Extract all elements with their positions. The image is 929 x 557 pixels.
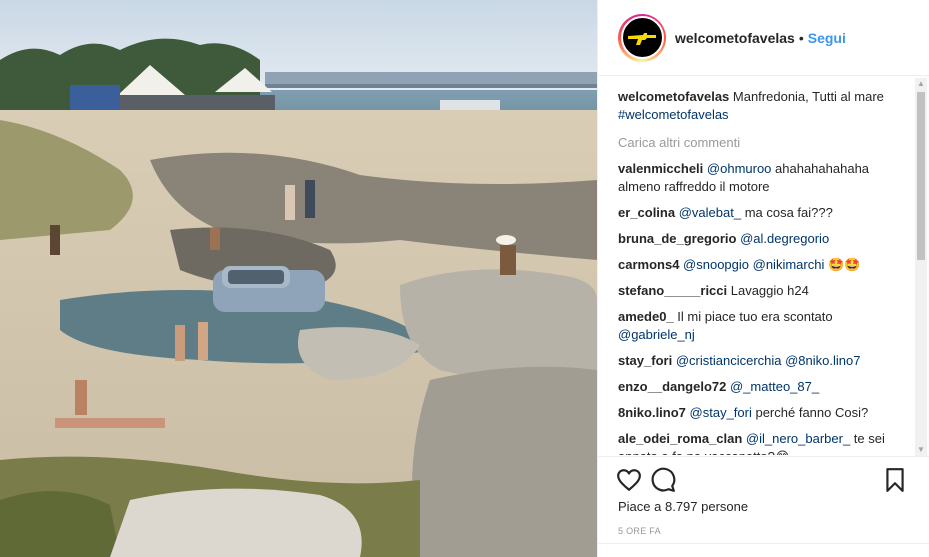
comment-text: Lavaggio h24 (727, 283, 809, 298)
comment-item: stay_fori @cristiancicerchia @8niko.lino… (618, 352, 908, 370)
comment-mention[interactable]: @cristiancicerchia @8niko.lino7 (676, 353, 861, 368)
comment-item: er_colina @valebat_ ma cosa fai??? (618, 204, 908, 222)
caption-text: Manfredonia, Tutti al mare (729, 89, 884, 104)
post-header: welcometofavelas • Segui (598, 0, 929, 76)
comment-text: ma cosa fai??? (741, 205, 833, 220)
comment-item: carmons4 @snoopgio @nikimarchi 🤩🤩 (618, 256, 908, 274)
comment-username[interactable]: carmons4 (618, 257, 679, 272)
comment-username[interactable]: er_colina (618, 205, 675, 220)
follow-button[interactable]: Segui (808, 30, 846, 46)
caption: welcometofavelas Manfredonia, Tutti al m… (618, 88, 908, 124)
divider (598, 543, 929, 544)
comment-item: 8niko.lino7 @stay_fori perché fanno Cosi… (618, 404, 908, 422)
comment-text: perché fanno Cosi? (751, 405, 869, 420)
scroll-up-arrow-icon[interactable]: ▲ (915, 78, 927, 90)
header-text: welcometofavelas • Segui (675, 30, 846, 46)
comment-mention[interactable]: @gabriele_nj (618, 327, 695, 342)
comment-username[interactable]: 8niko.lino7 (618, 405, 686, 420)
comment-username[interactable]: bruna_de_gregorio (618, 231, 736, 246)
post-timestamp[interactable]: 5 ORE FA (618, 526, 661, 536)
likes-count[interactable]: Piace a 8.797 persone (618, 499, 748, 514)
bookmark-icon[interactable] (882, 467, 908, 493)
avatar[interactable] (618, 13, 666, 62)
comment-item: ale_odei_roma_clan @il_nero_barber_ te s… (618, 430, 908, 455)
post-photo[interactable] (0, 0, 597, 557)
separator-dot: • (798, 29, 804, 46)
comment-mention[interactable]: @il_nero_barber_ (746, 431, 850, 446)
rifle-logo-icon (620, 16, 664, 59)
action-bar (598, 456, 929, 500)
scrollbar-thumb[interactable] (917, 92, 925, 260)
instagram-post: welcometofavelas • Segui welcometofavela… (0, 0, 929, 557)
heart-icon[interactable] (616, 467, 642, 493)
caption-hashtag[interactable]: #welcometofavelas (618, 107, 729, 122)
comment-item: bruna_de_gregorio @al.degregorio (618, 230, 908, 248)
load-more-comments-link[interactable]: Carica altri commenti (618, 134, 908, 152)
comment-username[interactable]: stefano_____ricci (618, 283, 727, 298)
comment-mention[interactable]: @valebat_ (679, 205, 741, 220)
caption-username[interactable]: welcometofavelas (618, 89, 729, 104)
scroll-down-arrow-icon[interactable]: ▼ (915, 444, 927, 456)
comment-item: enzo__dangelo72 @_matteo_87_ (618, 378, 908, 396)
post-side-panel: welcometofavelas • Segui welcometofavela… (597, 0, 929, 557)
comment-username[interactable]: amede0_ (618, 309, 674, 324)
comments-list: welcometofavelas Manfredonia, Tutti al m… (618, 88, 908, 455)
beach-photo-illustration (0, 0, 597, 557)
comment-icon[interactable] (650, 467, 676, 493)
comment-mention[interactable]: @stay_fori (690, 405, 752, 420)
comment-mention[interactable]: @al.degregorio (740, 231, 829, 246)
post-author-username[interactable]: welcometofavelas (675, 30, 795, 46)
comment-item: amede0_ Il mi piace tuo era scontato @ga… (618, 308, 908, 344)
comment-text: Il mi piace tuo era scontato (673, 309, 833, 324)
comment-item: valenmiccheli @ohmuroo ahahahahahaha alm… (618, 160, 908, 196)
comment-username[interactable]: enzo__dangelo72 (618, 379, 726, 394)
comment-mention[interactable]: @_matteo_87_ (730, 379, 819, 394)
comment-username[interactable]: ale_odei_roma_clan (618, 431, 742, 446)
comment-username[interactable]: stay_fori (618, 353, 672, 368)
comment-item: stefano_____ricci Lavaggio h24 (618, 282, 908, 300)
comment-mention[interactable]: @ohmuroo (707, 161, 772, 176)
comment-username[interactable]: valenmiccheli (618, 161, 703, 176)
comments-scrollbar[interactable]: ▲ ▼ (915, 78, 927, 456)
comment-mention[interactable]: @snoopgio @nikimarchi (683, 257, 824, 272)
comment-text: 🤩🤩 (824, 257, 861, 272)
